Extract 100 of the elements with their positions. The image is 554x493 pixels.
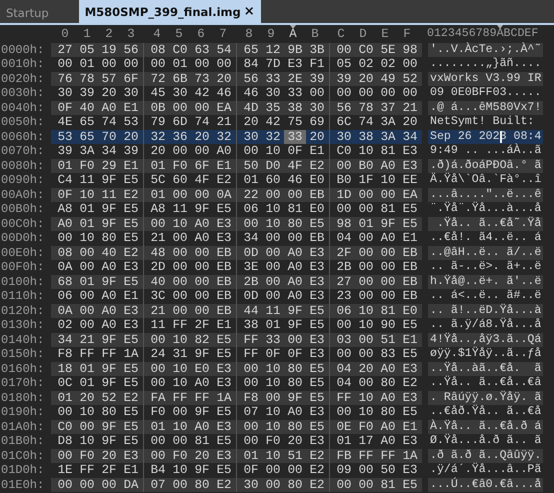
hex-byte: 11	[172, 202, 188, 216]
hex-byte: 10	[264, 202, 282, 216]
hex-byte: 0A	[56, 260, 74, 274]
ascii-text: .Ÿå.. ã..€å˜.Ÿå	[428, 216, 544, 231]
hex-byte: 00	[194, 289, 210, 304]
ascii-text: 9:49 .. ...áÀ..ã	[429, 144, 542, 158]
hex-byte: E1	[216, 158, 232, 173]
tab[interactable]: Startup	[0, 2, 55, 23]
hex-byte: 10	[358, 318, 374, 332]
hex-byte: 00	[242, 376, 260, 390]
column-header: D	[358, 27, 368, 42]
ascii-text: À.Ÿå.. ã..€å.ð á	[428, 420, 544, 434]
hex-byte: E5	[308, 362, 326, 376]
hex-byte: 04	[336, 362, 352, 376]
hex-byte: 00	[172, 231, 188, 246]
hex-byte: A0	[380, 434, 396, 448]
hex-byte: 9F	[286, 304, 304, 318]
hex-byte: A0	[100, 318, 118, 332]
hex-byte: A0	[380, 390, 396, 405]
hex-byte: E5	[122, 434, 140, 448]
hex-byte: E3	[122, 318, 140, 332]
hex-byte: E5	[122, 173, 140, 188]
hex-byte: E3	[308, 434, 326, 448]
hex-byte: 30	[242, 130, 260, 144]
hex-byte: 10	[172, 463, 188, 478]
hex-byte: 00	[358, 188, 374, 202]
hex-byte: 02	[56, 318, 74, 332]
hex-byte: 39	[56, 144, 74, 158]
hex-byte: E2	[308, 448, 326, 463]
hex-byte: E0	[402, 304, 418, 318]
hex-byte: 83	[380, 347, 396, 362]
close-icon[interactable]: ×	[244, 4, 255, 19]
hex-byte: 00	[172, 478, 188, 492]
hex-byte: 39	[122, 144, 140, 158]
hex-byte: 00	[78, 289, 96, 304]
hex-byte: 00	[264, 260, 282, 274]
hex-byte: 07	[242, 405, 260, 420]
hex-byte: 80	[286, 478, 304, 492]
column-header: 3	[126, 27, 136, 42]
hex-byte: 0F	[286, 347, 304, 362]
ascii-text: . Râúÿÿ.ø.Ÿåÿ. ã	[428, 390, 544, 405]
hex-byte: 0F	[286, 144, 304, 158]
hex-byte: 34	[402, 130, 418, 144]
hex-byte: 00	[264, 289, 282, 304]
hex-byte: E2	[216, 478, 232, 492]
hex-byte: 2E	[286, 72, 304, 86]
hex-byte: 01	[336, 434, 352, 448]
ascii-text: 09 0E0BFF03.....	[429, 86, 542, 100]
hex-byte: 00	[308, 86, 326, 100]
hex-byte: F0	[78, 448, 96, 463]
hex-byte: 10	[172, 376, 188, 390]
hex-byte: E5	[308, 390, 326, 405]
hex-byte: E5	[308, 216, 326, 231]
hex-byte: 04	[336, 376, 352, 390]
hex-byte: B4	[150, 463, 166, 478]
hex-byte: 10	[172, 332, 188, 347]
hex-byte: 38	[242, 318, 260, 332]
hex-byte: 42	[264, 115, 282, 130]
hex-byte: 50	[242, 158, 260, 173]
hex-byte: 00	[380, 274, 396, 289]
hex-byte: 00	[264, 231, 282, 246]
hex-byte: E3	[308, 347, 326, 362]
hex-byte: 34	[242, 231, 260, 246]
hex-byte: 10	[264, 376, 282, 390]
offset-label: 01E0h:	[0, 478, 46, 492]
hex-byte: 70	[100, 130, 118, 144]
hex-byte: FA	[150, 390, 166, 405]
hex-byte: 00	[358, 289, 374, 304]
hex-byte: C0	[358, 42, 374, 57]
hex-byte: 00	[242, 216, 260, 231]
hex-byte: 9F	[100, 420, 118, 434]
hex-byte: 00	[358, 86, 374, 100]
hex-byte: 00	[358, 347, 374, 362]
hex-byte: E3	[216, 420, 232, 434]
hex-byte: 00	[264, 463, 282, 478]
hex-byte: FF	[78, 463, 96, 478]
hex-byte: 00	[216, 57, 232, 72]
hex-byte: 90	[380, 318, 396, 332]
hex-byte: 00	[172, 289, 188, 304]
hex-byte: 20	[402, 115, 418, 130]
hex-byte: 00	[150, 332, 166, 347]
column-header: 2	[104, 27, 114, 42]
column-header: 0	[60, 27, 70, 42]
ascii-text: vxWorks V3.99 IR	[428, 72, 544, 86]
hex-byte: 33	[264, 72, 282, 86]
hex-byte: E5	[122, 420, 140, 434]
hex-byte: E5	[402, 405, 418, 420]
tab[interactable]: M580SMP_399_final.img ×	[78, 0, 261, 23]
hex-byte: 56	[122, 42, 140, 57]
hex-byte: 5E	[380, 42, 396, 57]
hex-byte: 65	[242, 42, 260, 57]
hex-byte: 10	[264, 405, 282, 420]
hex-byte: 30	[242, 478, 260, 492]
hex-byte: 75	[286, 115, 304, 130]
hex-byte: A0	[100, 289, 118, 304]
hex-byte: F0	[264, 434, 282, 448]
hex-byte: E3	[308, 246, 326, 260]
hex-byte: 00	[172, 246, 188, 260]
hex-byte: 06	[336, 304, 352, 318]
hex-byte: 31	[172, 347, 188, 362]
